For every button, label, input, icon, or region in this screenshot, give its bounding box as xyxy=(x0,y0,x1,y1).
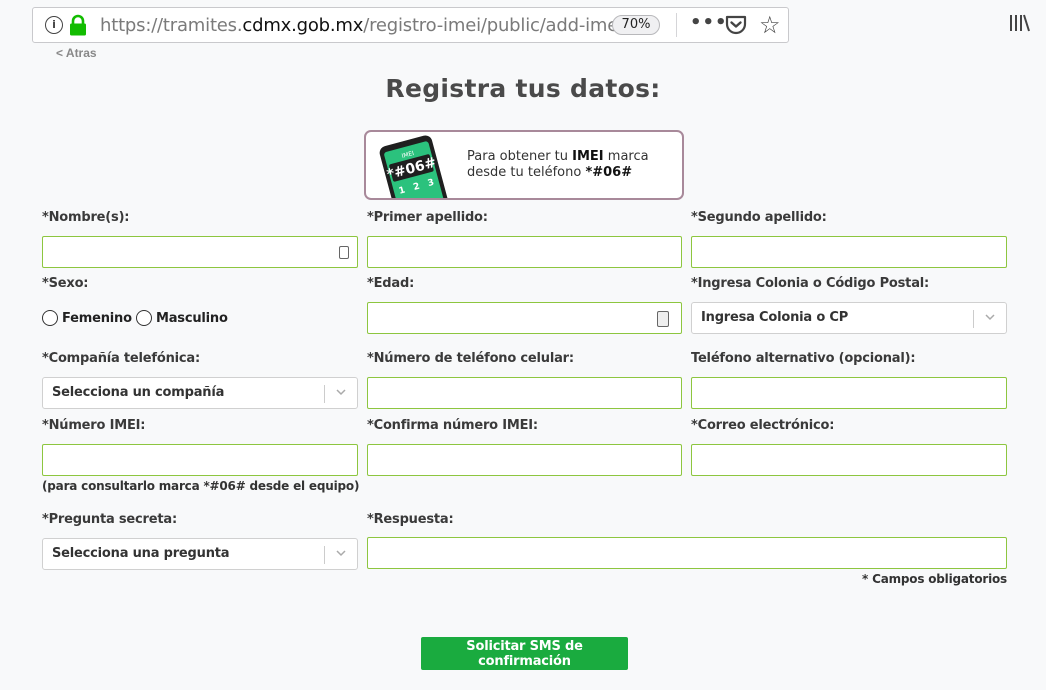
pregunta-select[interactable]: Selecciona una pregunta xyxy=(42,538,358,570)
respuesta-label: *Respuesta: xyxy=(367,512,454,527)
imei-hint: (para consultarlo marca *#06# desde el e… xyxy=(42,479,360,493)
chevron-down-icon[interactable] xyxy=(335,386,347,398)
required-fields-note: * Campos obligatorios xyxy=(862,572,1007,586)
radio-circle[interactable] xyxy=(136,310,152,326)
confirma-imei-label: *Confirma número IMEI: xyxy=(367,418,538,433)
url-text[interactable]: https://tramites.cdmx.gob.mx/registro-im… xyxy=(100,15,623,36)
imei-info-banner: IMEI *#06# 1 2 3 Para obtener tu IMEI ma… xyxy=(364,130,684,200)
number-spinner-icon[interactable] xyxy=(657,311,669,327)
compania-select[interactable]: Selecciona un compañía xyxy=(42,377,358,409)
radio-label: Femenino xyxy=(62,310,132,326)
url-bar[interactable]: i https://tramites.cdmx.gob.mx/registro-… xyxy=(32,7,789,43)
confirma-imei-input[interactable] xyxy=(367,444,682,476)
select-separator xyxy=(324,385,325,403)
telefono-alternativo-label: Teléfono alternativo (opcional): xyxy=(691,351,916,366)
colonia-label: *Ingresa Colonia o Código Postal: xyxy=(691,276,930,291)
sexo-label: *Sexo: xyxy=(42,276,89,291)
chevron-down-icon[interactable] xyxy=(984,311,996,323)
banner-text: Para obtener tu IMEI marca desde tu telé… xyxy=(467,149,649,181)
pregunta-select-placeholder: Selecciona una pregunta xyxy=(52,546,230,561)
select-separator xyxy=(324,546,325,564)
banner-line-1: Para obtener tu IMEI marca xyxy=(467,149,649,164)
edad-input[interactable] xyxy=(367,302,682,334)
correo-label: *Correo electrónico: xyxy=(691,418,835,433)
radio-circle[interactable] xyxy=(42,310,58,326)
telefono-input[interactable] xyxy=(367,377,682,409)
primer-apellido-input[interactable] xyxy=(367,236,682,268)
segundo-apellido-label: *Segundo apellido: xyxy=(691,210,827,225)
banner-line-2: desde tu teléfono *#06# xyxy=(467,165,633,180)
radio-label: Masculino xyxy=(156,310,228,326)
sexo-masculino-radio[interactable]: Masculino xyxy=(136,310,228,326)
correo-input[interactable] xyxy=(691,444,1007,476)
imei-label: *Número IMEI: xyxy=(42,418,146,433)
solicitar-sms-button[interactable]: Solicitar SMS de confirmación xyxy=(421,637,628,670)
contact-card-icon[interactable] xyxy=(339,246,349,259)
nombre-input[interactable] xyxy=(42,236,358,268)
phone-illustration-icon: IMEI *#06# 1 2 3 xyxy=(379,135,450,198)
pocket-icon[interactable] xyxy=(725,14,747,36)
bookmark-star-icon[interactable]: ☆ xyxy=(759,11,781,39)
page-title: Registra tus datos: xyxy=(385,74,661,103)
edad-label: *Edad: xyxy=(367,276,415,291)
telefono-alternativo-input[interactable] xyxy=(691,377,1007,409)
zoom-level-badge[interactable]: 70% xyxy=(612,15,660,35)
imei-input[interactable] xyxy=(42,444,358,476)
telefono-label: *Número de teléfono celular: xyxy=(367,351,574,366)
library-icon[interactable] xyxy=(1008,12,1030,34)
pregunta-label: *Pregunta secreta: xyxy=(42,512,177,527)
back-link[interactable]: < Atras xyxy=(56,46,97,60)
lock-icon[interactable] xyxy=(69,14,87,36)
sexo-femenino-radio[interactable]: Femenino xyxy=(42,310,132,326)
colonia-select-placeholder: Ingresa Colonia o CP xyxy=(701,310,849,325)
more-actions-icon[interactable]: ••• xyxy=(690,12,728,33)
segundo-apellido-input[interactable] xyxy=(691,236,1007,268)
toolbar-divider xyxy=(676,13,677,37)
colonia-select[interactable]: Ingresa Colonia o CP xyxy=(691,302,1007,334)
chevron-down-icon[interactable] xyxy=(335,547,347,559)
compania-label: *Compañía telefónica: xyxy=(42,351,200,366)
select-separator xyxy=(973,310,974,328)
nombre-label: *Nombre(s): xyxy=(42,210,130,225)
primer-apellido-label: *Primer apellido: xyxy=(367,210,488,225)
compania-select-placeholder: Selecciona un compañía xyxy=(52,385,225,400)
respuesta-input[interactable] xyxy=(367,537,1007,569)
info-icon[interactable]: i xyxy=(45,16,63,34)
